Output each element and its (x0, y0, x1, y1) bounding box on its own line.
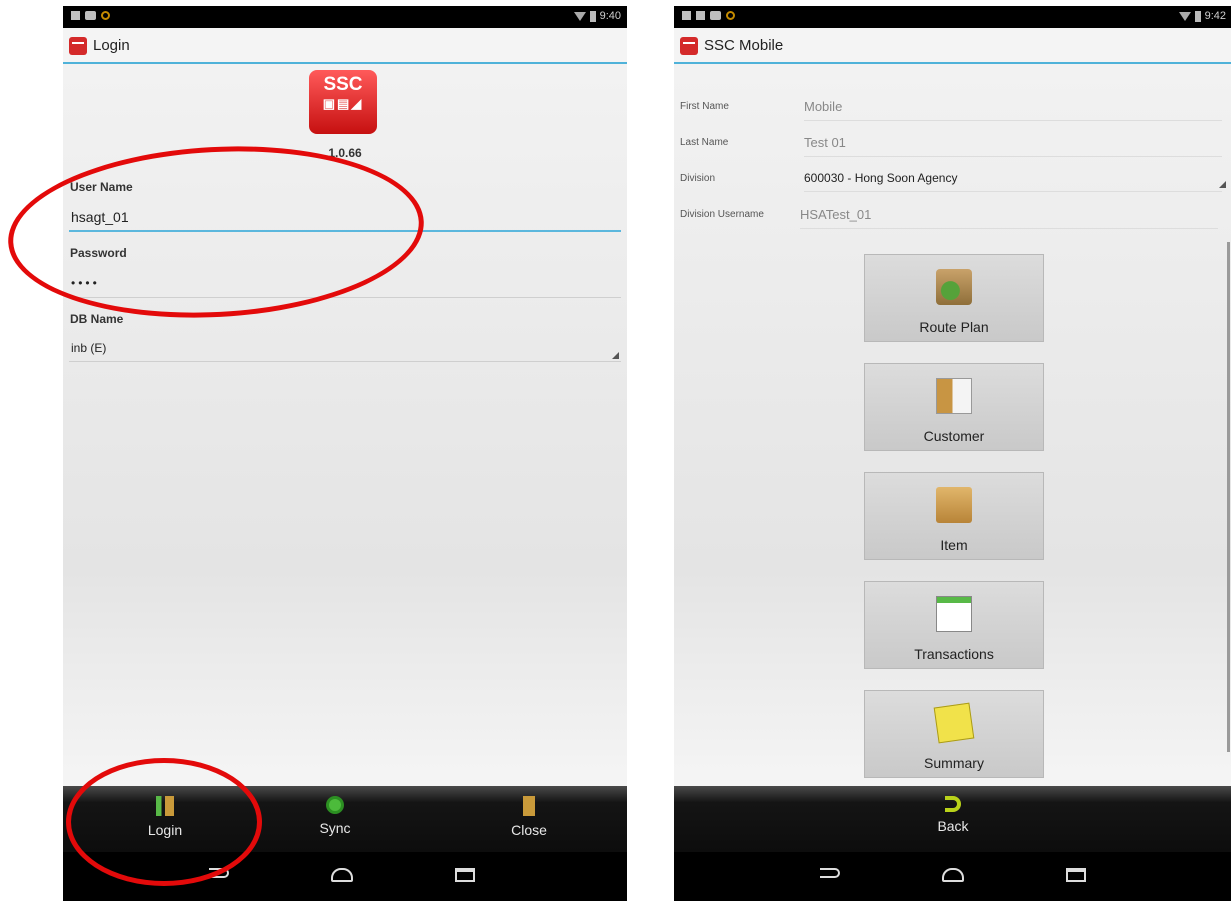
login-button[interactable]: Login (125, 796, 205, 838)
route-plan-button[interactable]: Route Plan (864, 254, 1044, 342)
sync-icon (326, 796, 344, 814)
app-version: 1.0.66 (328, 146, 362, 160)
close-button[interactable]: Close (489, 796, 569, 838)
wifi-icon (573, 11, 586, 21)
logo-glyphs-icon: ▣▤◢ (322, 96, 364, 111)
app-logo-icon (680, 37, 698, 55)
action-bar: SSC Mobile (674, 28, 1231, 64)
camera-icon (710, 11, 721, 20)
first-name-value: Mobile (804, 99, 1222, 121)
summary-button[interactable]: Summary (864, 690, 1044, 778)
sync-button-label: Sync (319, 820, 351, 836)
password-input[interactable]: •••• (69, 268, 621, 298)
camera-icon (85, 11, 96, 20)
division-username-label: Division Username (680, 209, 764, 220)
route-plan-icon (936, 269, 972, 305)
username-input[interactable]: hsagt_01 (69, 202, 621, 232)
system-nav-bar (63, 852, 627, 901)
username-label: User Name (70, 180, 133, 194)
division-label: Division (680, 173, 716, 184)
back-button-label: Back (937, 818, 969, 834)
notification-icons (71, 11, 110, 20)
close-door-icon (523, 796, 535, 816)
transactions-sheet-icon (936, 596, 972, 632)
dbname-value: inb (E) (71, 341, 107, 355)
notification-icons (682, 11, 735, 20)
main-menu-content: First Name Mobile Last Name Test 01 Divi… (674, 64, 1231, 786)
password-label: Password (70, 246, 127, 260)
sync-status-icon (726, 11, 735, 20)
sync-status-icon (101, 11, 110, 20)
customer-card-icon (936, 378, 972, 414)
login-screen: 9:40 Login SSC ▣▤◢ 1.0.66 User Name hsag… (63, 6, 627, 901)
action-bar: Login (63, 28, 627, 64)
main-menu-screen: 9:42 SSC Mobile First Name Mobile Last N… (674, 6, 1231, 901)
division-username-value: HSATest_01 (800, 207, 1218, 229)
item-button[interactable]: Item (864, 472, 1044, 560)
login-button-label: Login (147, 822, 183, 838)
first-name-label: First Name (680, 101, 729, 112)
dropdown-arrow-icon (1219, 181, 1226, 188)
last-name-value: Test 01 (804, 135, 1222, 157)
login-form: SSC ▣▤◢ 1.0.66 User Name hsagt_01 Passwo… (63, 64, 627, 786)
nav-recent-apps-icon[interactable] (1066, 868, 1086, 882)
back-button[interactable]: Back (913, 796, 993, 834)
notification-icon (71, 11, 80, 20)
transactions-button[interactable]: Transactions (864, 581, 1044, 669)
first-name-row: First Name Mobile (674, 88, 1231, 124)
scrollbar[interactable] (1227, 242, 1230, 752)
sync-button[interactable]: Sync (295, 796, 375, 836)
back-arrow-icon (945, 796, 961, 812)
division-select[interactable]: 600030 - Hong Soon Agency (804, 171, 1222, 192)
status-bar: 9:42 (674, 6, 1231, 28)
division-row[interactable]: Division 600030 - Hong Soon Agency (674, 160, 1231, 196)
notification-icon (682, 11, 691, 20)
dropdown-arrow-icon (612, 352, 619, 359)
app-logo-icon (69, 37, 87, 55)
last-name-row: Last Name Test 01 (674, 124, 1231, 160)
last-name-label: Last Name (680, 137, 729, 148)
item-box-icon (936, 487, 972, 523)
status-bar: 9:40 (63, 6, 627, 28)
notification-icon (696, 11, 705, 20)
summary-label: Summary (924, 755, 984, 771)
dbname-label: DB Name (70, 312, 124, 326)
bottom-action-bar: Login Sync Close (63, 786, 627, 852)
bottom-action-bar: Back (674, 786, 1231, 852)
wifi-icon (1178, 11, 1191, 21)
route-plan-label: Route Plan (919, 319, 989, 335)
dbname-select[interactable]: inb (E) (69, 334, 621, 362)
status-time: 9:42 (1204, 10, 1226, 22)
nav-back-icon[interactable] (820, 868, 840, 878)
login-door-icon (156, 796, 174, 816)
system-nav-bar (674, 852, 1231, 901)
nav-back-icon[interactable] (209, 868, 229, 878)
close-button-label: Close (511, 822, 547, 838)
nav-home-icon[interactable] (942, 868, 964, 882)
transactions-label: Transactions (914, 646, 994, 662)
status-time: 9:40 (599, 10, 621, 22)
battery-icon (589, 10, 596, 22)
customer-label: Customer (923, 428, 985, 444)
division-username-row: Division Username HSATest_01 (674, 196, 1231, 232)
screen-title: SSC Mobile (704, 37, 784, 54)
summary-note-icon (933, 702, 975, 744)
ssc-logo: SSC ▣▤◢ (309, 70, 377, 134)
customer-button[interactable]: Customer (864, 363, 1044, 451)
battery-icon (1194, 10, 1201, 22)
screen-title: Login (93, 37, 130, 54)
nav-recent-apps-icon[interactable] (455, 868, 475, 882)
item-label: Item (940, 537, 968, 553)
nav-home-icon[interactable] (331, 868, 353, 882)
